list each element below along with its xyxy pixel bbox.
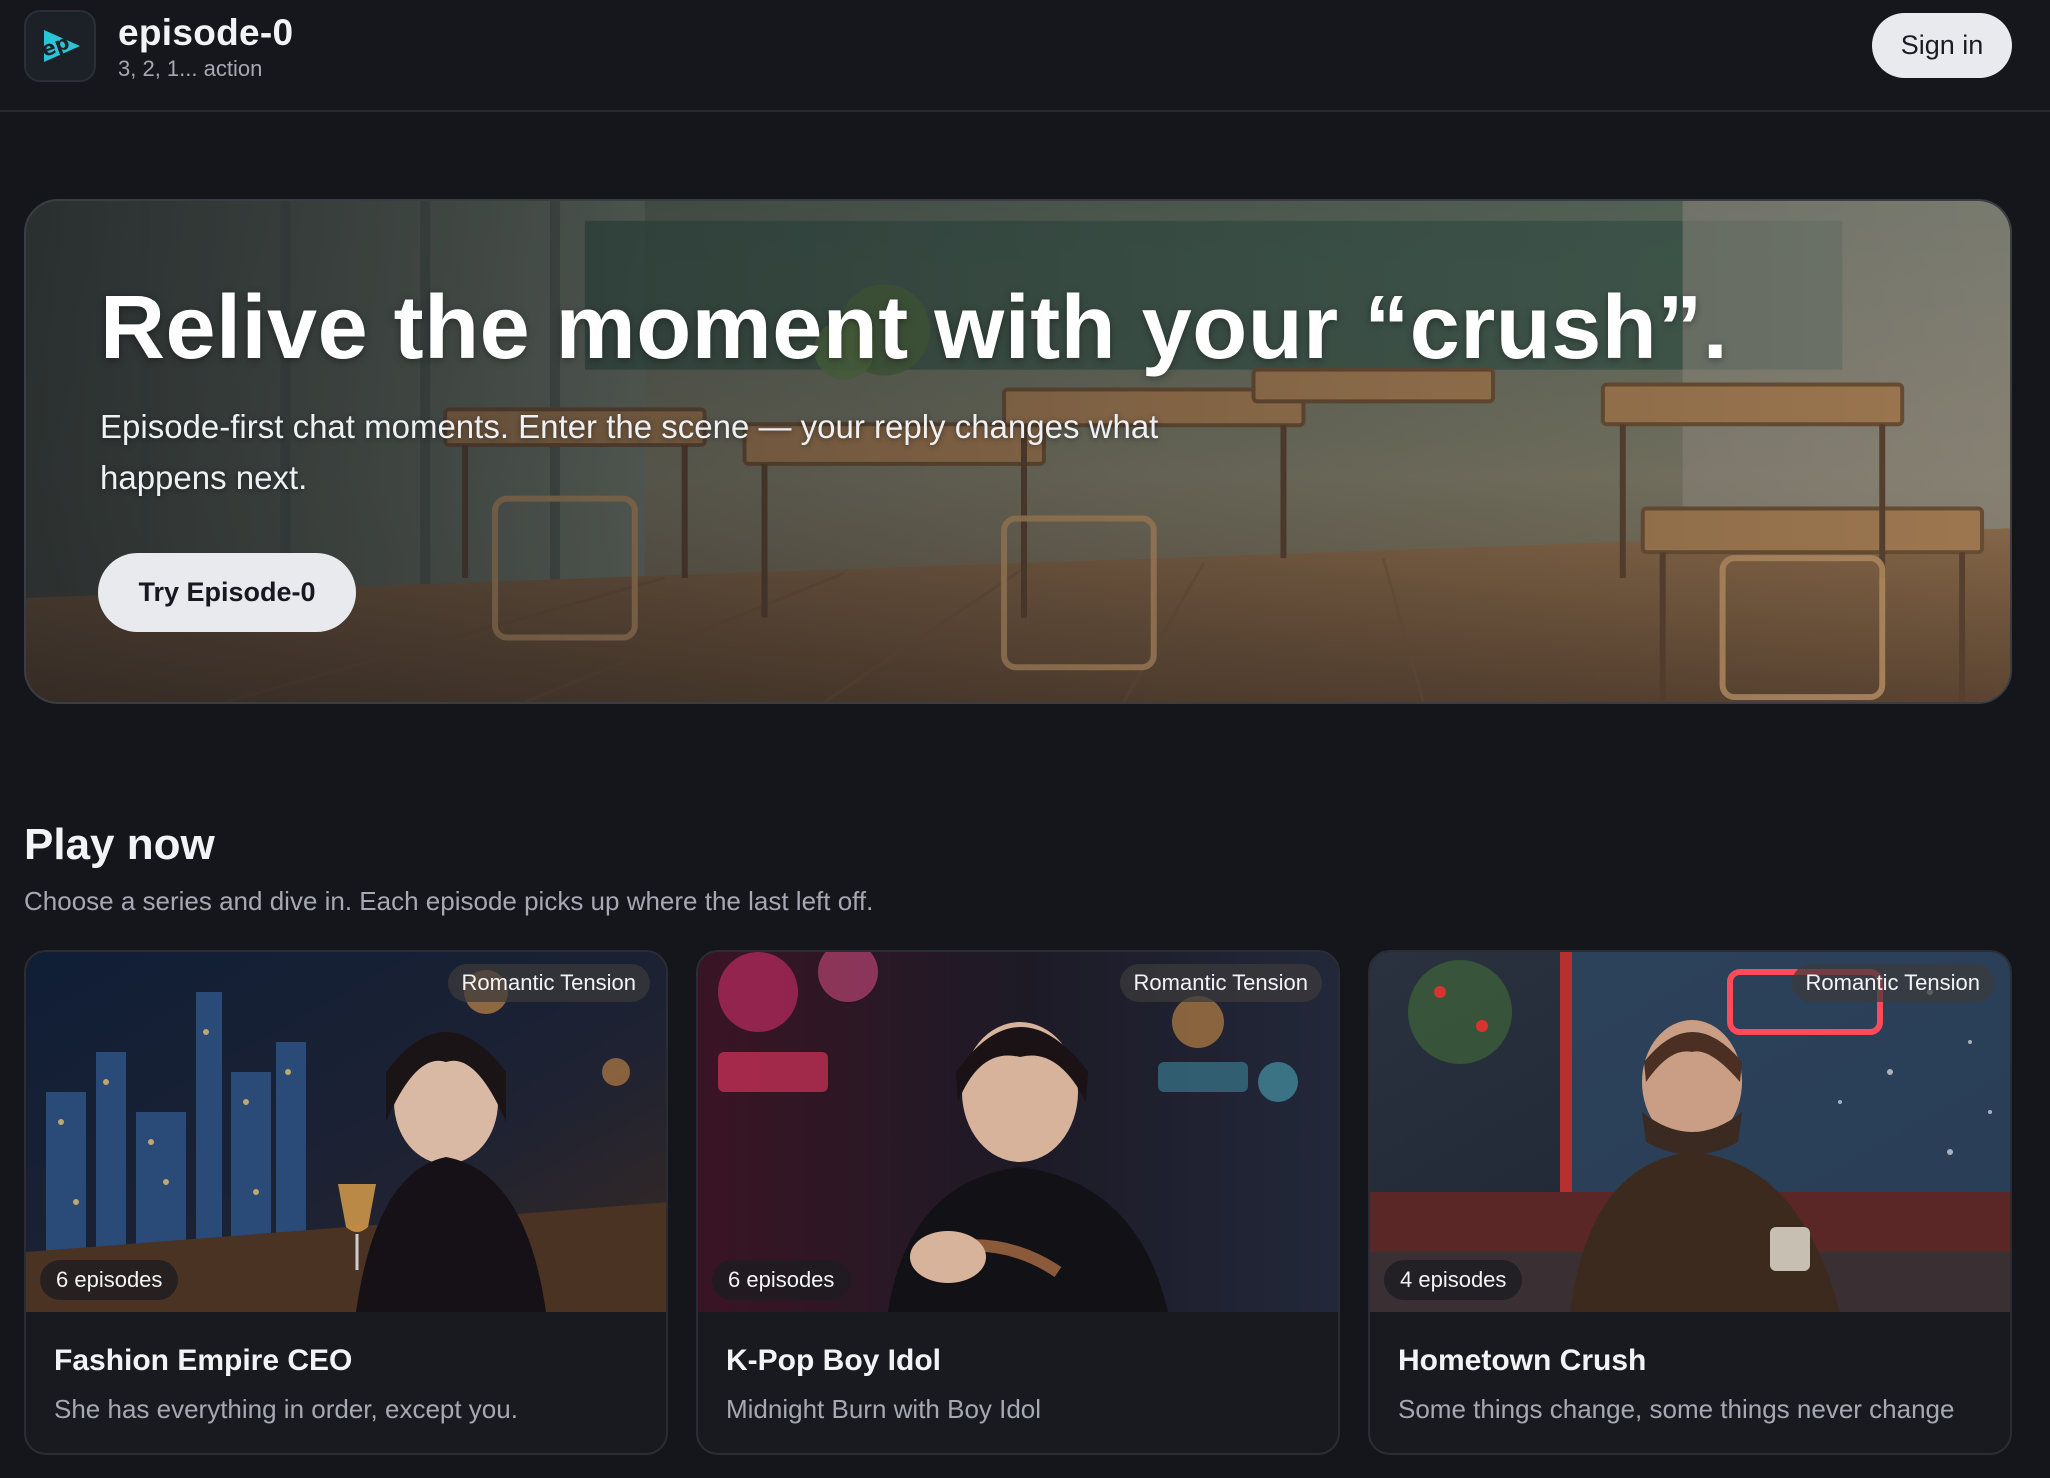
sign-in-button[interactable]: Sign in bbox=[1872, 13, 2012, 78]
genre-tag: Romantic Tension bbox=[1791, 964, 1994, 1002]
brand-tagline: 3, 2, 1... action bbox=[118, 56, 263, 81]
hero-title: Relive the moment with your “crush”. bbox=[100, 278, 1729, 378]
episode-count-badge: 6 episodes bbox=[712, 1260, 851, 1300]
genre-tag: Romantic Tension bbox=[1119, 964, 1322, 1002]
series-card-fashion-empire-ceo[interactable]: Romantic Tension 6 episodes Fashion Empi… bbox=[24, 950, 668, 1455]
series-card-hometown-crush[interactable]: Romantic Tension 4 episodes Hometown Cru… bbox=[1368, 950, 2012, 1455]
genre-tag: Romantic Tension bbox=[447, 964, 650, 1002]
series-cover-image: Romantic Tension 6 episodes bbox=[26, 952, 666, 1312]
try-episode-button[interactable]: Try Episode-0 bbox=[98, 553, 356, 632]
cover-art-city-night bbox=[26, 952, 666, 1312]
series-title: Fashion Empire CEO bbox=[54, 1344, 353, 1377]
series-description: She has everything in order, except you. bbox=[54, 1394, 518, 1424]
series-description: Midnight Burn with Boy Idol bbox=[726, 1394, 1042, 1424]
series-card-kpop-boy-idol[interactable]: Romantic Tension 6 episodes K-Pop Boy Id… bbox=[696, 950, 1340, 1455]
series-cover-image: Romantic Tension 4 episodes bbox=[1370, 952, 2010, 1312]
svg-text:ep: ep bbox=[38, 30, 72, 62]
cover-art-neon-street bbox=[698, 952, 1338, 1312]
series-title: K-Pop Boy Idol bbox=[726, 1344, 941, 1377]
top-bar: ep episode-0 3, 2, 1... action Sign in bbox=[0, 0, 2050, 112]
section-title: Play now bbox=[24, 820, 215, 869]
logo-play-icon: ep bbox=[38, 30, 80, 62]
hero-subtitle: Episode-first chat moments. Enter the sc… bbox=[100, 408, 1159, 496]
hero-banner: Relive the moment with your “crush”. Epi… bbox=[24, 199, 2012, 704]
episode-count-badge: 4 episodes bbox=[1384, 1260, 1523, 1300]
section-subtitle: Choose a series and dive in. Each episod… bbox=[24, 886, 874, 916]
logo[interactable]: ep bbox=[24, 10, 96, 82]
episode-count-badge: 6 episodes bbox=[40, 1260, 179, 1300]
cover-art-diner-snow bbox=[1370, 952, 2010, 1312]
series-cover-image: Romantic Tension 6 episodes bbox=[698, 952, 1338, 1312]
brand-name: episode-0 bbox=[118, 12, 294, 53]
series-title: Hometown Crush bbox=[1398, 1344, 1647, 1377]
series-description: Some things change, some things never ch… bbox=[1398, 1394, 1955, 1424]
